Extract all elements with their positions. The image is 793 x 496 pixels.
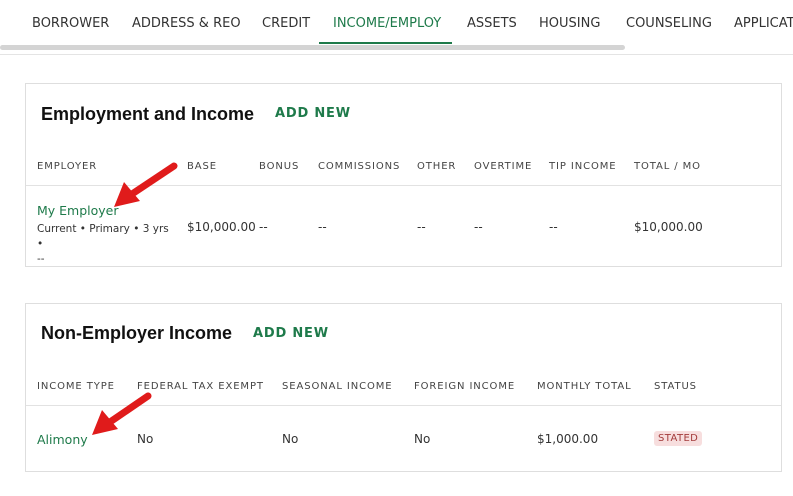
employment-income-title: Employment and Income xyxy=(41,104,255,124)
red-arrow-annotation-icon xyxy=(92,392,152,435)
employer-details: Current • Primary • 3 yrs • -- xyxy=(37,222,177,267)
col-tip-income: TIP INCOME xyxy=(549,161,617,172)
employer-details-line2: -- xyxy=(37,253,45,265)
overtime-value: -- xyxy=(474,220,483,234)
tab-scrollbar[interactable] xyxy=(0,45,625,50)
non-employer-add-new-button[interactable]: ADD NEW xyxy=(253,326,329,341)
col-monthly-total: MONTHLY TOTAL xyxy=(537,381,632,392)
col-seasonal-income: SEASONAL INCOME xyxy=(282,381,393,392)
alimony-link[interactable]: Alimony xyxy=(37,432,88,447)
employment-add-new-button[interactable]: ADD NEW xyxy=(275,106,351,121)
non-employer-income-card: Non-Employer Income ADD NEW INCOME TYPE … xyxy=(25,303,782,472)
tip-income-value: -- xyxy=(549,220,558,234)
col-bonus: BONUS xyxy=(259,161,300,172)
col-total-mo: TOTAL / MO xyxy=(634,161,701,172)
seasonal-income-value: No xyxy=(282,432,299,446)
tab-assets[interactable]: ASSETS xyxy=(467,0,517,46)
monthly-total-value: $1,000.00 xyxy=(537,432,599,446)
tab-housing[interactable]: HOUSING xyxy=(539,0,600,46)
tab-income-employ[interactable]: INCOME/EMPLOY xyxy=(333,0,441,46)
col-base: BASE xyxy=(187,161,217,172)
employer-link[interactable]: My Employer xyxy=(37,203,119,218)
col-employer: EMPLOYER xyxy=(37,161,98,172)
tab-counseling[interactable]: COUNSELING xyxy=(626,0,712,46)
col-commissions: COMMISSIONS xyxy=(318,161,401,172)
commissions-value: -- xyxy=(318,220,327,234)
status-badge: STATED xyxy=(654,431,703,446)
active-tab-indicator xyxy=(319,42,452,44)
tab-bar: BORROWER ADDRESS & REO CREDIT INCOME/EMP… xyxy=(0,0,793,55)
col-other: OTHER xyxy=(417,161,457,172)
non-employer-income-title: Non-Employer Income xyxy=(41,323,233,343)
tab-credit[interactable]: CREDIT xyxy=(262,0,310,46)
red-arrow-annotation-icon xyxy=(114,162,178,207)
tab-address-reo[interactable]: ADDRESS & REO xyxy=(132,0,241,46)
col-status: STATUS xyxy=(654,381,697,392)
other-value: -- xyxy=(417,220,426,234)
base-value: $10,000.00 xyxy=(187,220,256,234)
col-foreign-income: FOREIGN INCOME xyxy=(414,381,516,392)
tab-application[interactable]: APPLICAT xyxy=(734,0,793,46)
total-value: $10,000.00 xyxy=(634,220,703,234)
col-overtime: OVERTIME xyxy=(474,161,533,172)
tab-borrower[interactable]: BORROWER xyxy=(32,0,109,46)
employer-details-line1: Current • Primary • 3 yrs • xyxy=(37,223,169,250)
foreign-income-value: No xyxy=(414,432,431,446)
bonus-value: -- xyxy=(259,220,268,234)
